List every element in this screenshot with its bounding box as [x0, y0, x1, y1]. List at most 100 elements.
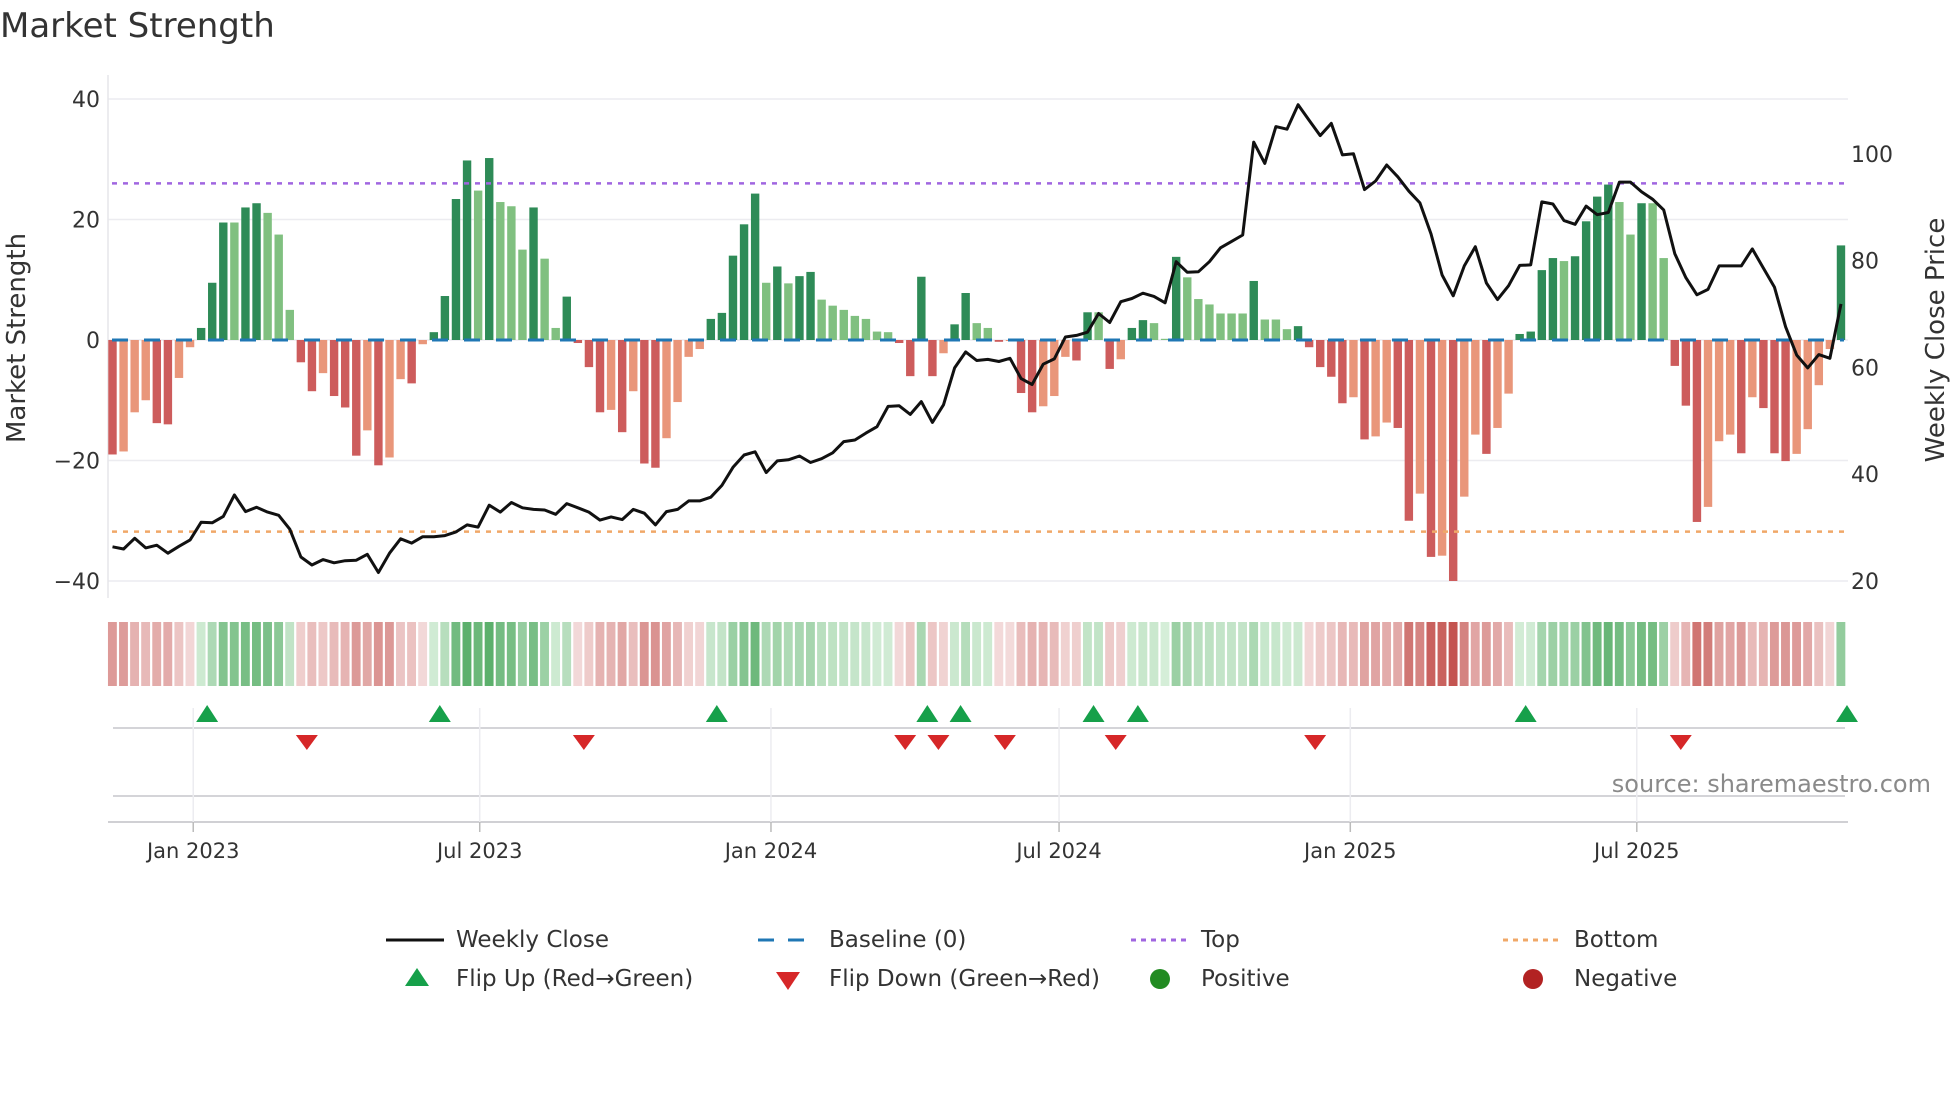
bar-negative [1759, 340, 1768, 409]
bar-positive [1559, 261, 1569, 340]
bar-positive [795, 276, 804, 340]
heatmap-cell [983, 622, 993, 686]
bar-positive [961, 293, 970, 340]
heatmap-cell [739, 622, 749, 686]
flip-up-marker [916, 705, 939, 722]
x-tick-label: Jul 2024 [1014, 839, 1101, 863]
bar-positive [839, 309, 848, 340]
bar-positive [1205, 304, 1214, 340]
heatmap-cell [396, 622, 405, 686]
bar-negative [1748, 340, 1757, 398]
bar-negative [629, 340, 638, 392]
bar-negative [396, 340, 405, 380]
bar-positive [1282, 329, 1292, 340]
bar-positive [1626, 234, 1635, 340]
heatmap-cell [1559, 622, 1569, 686]
heatmap-cell [263, 622, 272, 686]
flip-down-marker [894, 735, 917, 750]
heatmap-cell [1049, 622, 1059, 686]
heatmap-cell [772, 622, 782, 686]
bar-negative [684, 340, 693, 357]
bar-positive [485, 158, 494, 340]
y2-tick-label: 80 [1851, 250, 1879, 275]
bar-positive [540, 258, 549, 340]
legend-line-dotted-orange-icon [1503, 938, 1559, 942]
heatmap-cell [473, 622, 483, 686]
bar-positive [750, 193, 760, 340]
heatmap-cell [1758, 622, 1768, 686]
heatmap-cell [1747, 622, 1757, 686]
bar-positive [551, 327, 560, 340]
heatmap-cell [429, 622, 439, 686]
flip-up-marker [949, 705, 972, 722]
bar-negative [1426, 340, 1436, 557]
bar-positive [1637, 203, 1646, 340]
heatmap-cell [240, 622, 250, 686]
heatmap-cell [1792, 622, 1801, 686]
bar-positive [739, 224, 749, 340]
legend-negative: Negative [1574, 966, 1678, 992]
legend-positive: Positive [1201, 966, 1290, 992]
heatmap-cell [1083, 622, 1092, 686]
bar-positive [1548, 258, 1558, 340]
bar-negative [584, 340, 594, 368]
heatmap-cell [1415, 622, 1425, 686]
heatmap-cell [252, 622, 261, 686]
heatmap-cell [883, 622, 893, 686]
heatmap-cell [828, 622, 838, 686]
bar-positive [1227, 313, 1236, 340]
market-strength-chart: 40 20 0 −20 −40 100 80 60 40 20 Market Strength Wee… [2, 75, 1951, 863]
bar-positive [1293, 326, 1303, 340]
bar-negative [329, 340, 339, 397]
heatmap-cell [905, 622, 915, 686]
legend-line-dotted-purple-icon [1131, 938, 1187, 942]
y2-tick-label: 100 [1851, 143, 1893, 168]
heatmap-cell [584, 622, 594, 686]
heatmap-cell [1570, 622, 1580, 686]
bar-negative [1327, 340, 1336, 377]
heatmap-cell [540, 622, 549, 686]
bar-positive [196, 327, 206, 340]
bar-negative [894, 340, 904, 344]
heatmap-cell [639, 622, 649, 686]
bar-negative [994, 340, 1004, 342]
heatmap-cell [1581, 622, 1591, 686]
heatmap-cell [1171, 622, 1181, 686]
heatmap-cell [916, 622, 926, 686]
bar-negative [108, 340, 117, 455]
bar-positive [1615, 202, 1624, 340]
heatmap-cell [1382, 622, 1392, 686]
source-credit: source: sharemaestro.com [1611, 770, 1931, 798]
heatmap-cell [207, 622, 217, 686]
bar-negative [1493, 340, 1502, 428]
bar-positive [562, 296, 571, 340]
heatmap-cell [1193, 622, 1203, 686]
heatmap-cell [1393, 622, 1403, 686]
bar-negative [363, 340, 372, 431]
bar-negative [1737, 340, 1746, 454]
bar-positive [1659, 258, 1668, 340]
bar-positive [462, 160, 472, 340]
heatmap-cell [1315, 622, 1325, 686]
bar-negative [1016, 340, 1026, 394]
y2-tick-label: 40 [1851, 463, 1879, 488]
heatmap-cell [1670, 622, 1680, 686]
heatmap-cell [1769, 622, 1779, 686]
heatmap-cell [673, 622, 682, 686]
heatmap-cell [484, 622, 494, 686]
bar-negative [1460, 340, 1469, 497]
bar-negative [141, 340, 150, 401]
heatmap-cell [1470, 622, 1480, 686]
heatmap-cell [1249, 622, 1259, 686]
heatmap-cell [285, 622, 295, 686]
heatmap-cell [661, 622, 671, 686]
flip-down-marker [1669, 735, 1692, 750]
heatmap-cell [418, 622, 428, 686]
heatmap-cell [1592, 622, 1602, 686]
heatmap-cell [451, 622, 461, 686]
bar-positive [496, 202, 505, 340]
bar-positive [285, 309, 294, 340]
heatmap-cell [307, 622, 317, 686]
heatmap-cell [495, 622, 505, 686]
bar-positive [1648, 203, 1657, 340]
